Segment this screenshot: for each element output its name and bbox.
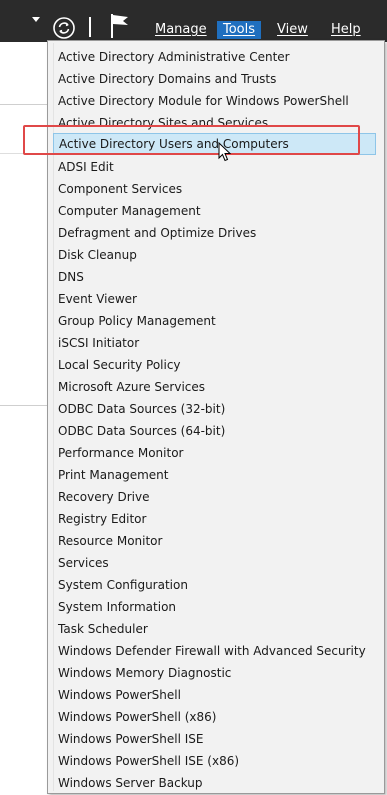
menu-item[interactable]: Performance Monitor bbox=[58, 445, 183, 461]
menu-item[interactable]: Print Management bbox=[58, 467, 168, 483]
menu-item[interactable]: Registry Editor bbox=[58, 511, 146, 527]
menu-item[interactable]: Resource Monitor bbox=[58, 533, 162, 549]
menu-item[interactable]: Microsoft Azure Services bbox=[58, 379, 205, 395]
menu-item[interactable]: Component Services bbox=[58, 181, 182, 197]
menu-item[interactable]: Group Policy Management bbox=[58, 313, 216, 329]
menu-item[interactable]: Local Security Policy bbox=[58, 357, 181, 373]
menu-item[interactable]: Windows PowerShell ISE bbox=[58, 731, 204, 747]
menu-item[interactable]: Disk Cleanup bbox=[58, 247, 137, 263]
menu-item[interactable]: Event Viewer bbox=[58, 291, 137, 307]
refresh-icon[interactable] bbox=[53, 17, 75, 39]
menu-item[interactable]: ADSI Edit bbox=[58, 159, 114, 175]
menu-help[interactable]: Help bbox=[331, 21, 361, 39]
notification-flag-icon[interactable] bbox=[109, 13, 131, 39]
menu-manage[interactable]: Manage bbox=[155, 21, 207, 39]
menu-item[interactable]: Windows PowerShell (x86) bbox=[58, 709, 216, 725]
menu-gutter bbox=[50, 43, 54, 791]
divider bbox=[0, 405, 48, 406]
menu-item[interactable]: Recovery Drive bbox=[58, 489, 149, 505]
menu-item[interactable]: System Configuration bbox=[58, 577, 188, 593]
menu-view[interactable]: View bbox=[277, 21, 308, 39]
menu-item[interactable]: Windows Defender Firewall with Advanced … bbox=[58, 643, 366, 659]
menu-item[interactable]: Services bbox=[58, 555, 109, 571]
menu-item[interactable]: Windows Memory Diagnostic bbox=[58, 665, 231, 681]
menu-item[interactable]: Defragment and Optimize Drives bbox=[58, 225, 256, 241]
menu-item[interactable]: iSCSI Initiator bbox=[58, 335, 139, 351]
menu-item[interactable]: Computer Management bbox=[58, 203, 201, 219]
menu-item[interactable]: Task Scheduler bbox=[58, 621, 148, 637]
toolbar-separator bbox=[89, 17, 91, 37]
annotation-highlight-box bbox=[23, 125, 360, 155]
menu-item[interactable]: Active Directory Administrative Center bbox=[58, 49, 290, 65]
menu-item[interactable]: Windows PowerShell ISE (x86) bbox=[58, 753, 239, 769]
menu-item[interactable]: Active Directory Module for Windows Powe… bbox=[58, 93, 349, 109]
menu-item[interactable]: Windows PowerShell bbox=[58, 687, 181, 703]
server-manager-menubar: Manage Tools View Help bbox=[0, 0, 387, 42]
divider bbox=[0, 104, 48, 105]
menu-item[interactable]: ODBC Data Sources (32-bit) bbox=[58, 401, 225, 417]
dropdown-arrow-icon[interactable] bbox=[32, 17, 40, 22]
menu-item[interactable]: System Information bbox=[58, 599, 176, 615]
mouse-pointer-icon bbox=[218, 142, 232, 162]
menu-item[interactable]: Windows Server Backup bbox=[58, 775, 203, 791]
menu-item[interactable]: DNS bbox=[58, 269, 84, 285]
menu-item[interactable]: Active Directory Domains and Trusts bbox=[58, 71, 276, 87]
menu-item[interactable]: ODBC Data Sources (64-bit) bbox=[58, 423, 225, 439]
menu-tools[interactable]: Tools bbox=[217, 21, 262, 39]
